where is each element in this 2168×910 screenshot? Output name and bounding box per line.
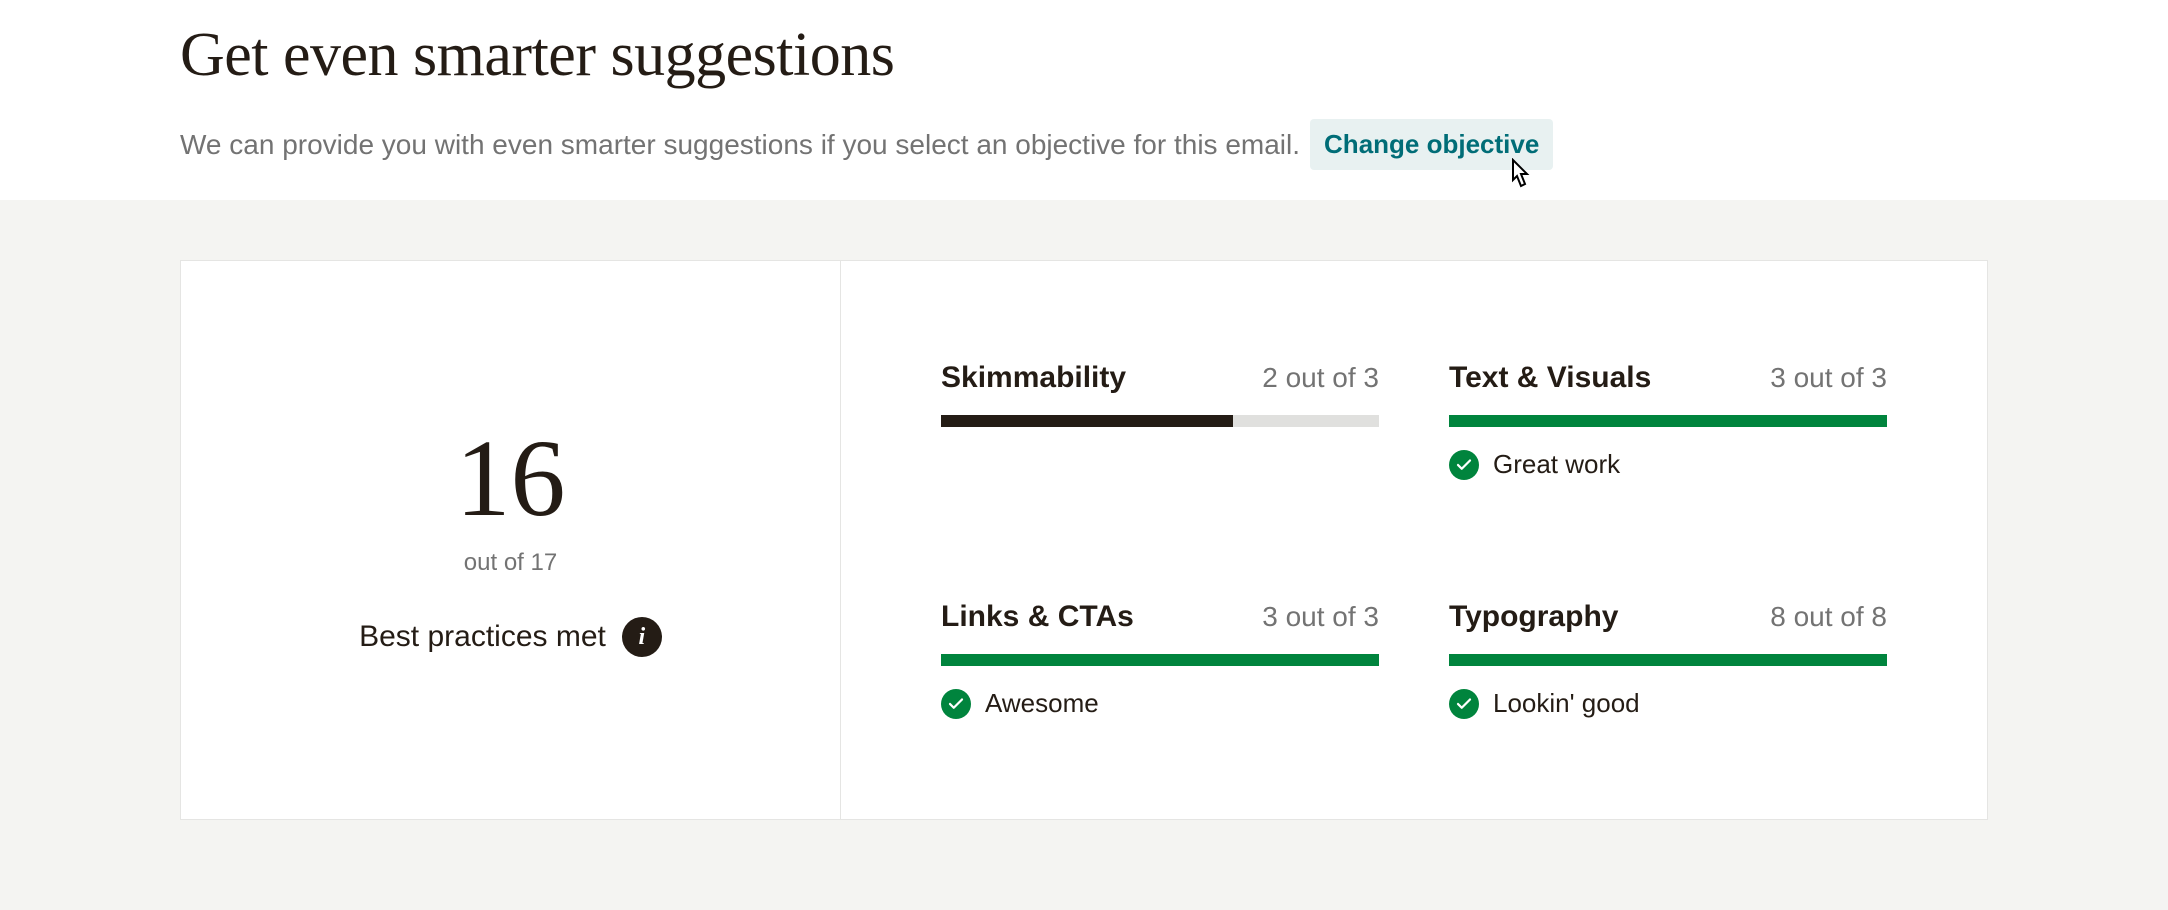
page-title: Get even smarter suggestions (180, 20, 2168, 91)
metric-footer-label: Awesome (985, 688, 1099, 719)
metrics-card: 16 out of 17 Best practices met i Skimma… (180, 260, 1988, 820)
progress-fill (941, 415, 1233, 427)
best-practices-label: Best practices met (359, 620, 606, 654)
metrics-grid: Skimmability 2 out of 3 Text & Visuals 3… (841, 261, 1987, 819)
metric-head: Skimmability 2 out of 3 (941, 361, 1379, 395)
metric-score: 3 out of 3 (1770, 362, 1887, 394)
page-subtitle: We can provide you with even smarter sug… (180, 129, 1300, 161)
progress-fill (1449, 654, 1887, 666)
metric-title: Skimmability (941, 361, 1126, 395)
progress-fill (1449, 415, 1887, 427)
progress-bar (1449, 415, 1887, 427)
change-objective-link[interactable]: Change objective (1310, 119, 1553, 170)
metric-head: Typography 8 out of 8 (1449, 600, 1887, 634)
best-practices-row: Best practices met i (359, 617, 662, 657)
metric-text-visuals: Text & Visuals 3 out of 3 Great work (1449, 361, 1887, 520)
metric-links-ctas: Links & CTAs 3 out of 3 Awesome (941, 600, 1379, 759)
check-icon (1449, 450, 1479, 480)
progress-fill (941, 654, 1379, 666)
metric-title: Text & Visuals (1449, 361, 1651, 395)
metric-title: Links & CTAs (941, 600, 1134, 634)
cursor-pointer-icon (1505, 158, 1533, 198)
check-icon (1449, 689, 1479, 719)
metric-score: 2 out of 3 (1262, 362, 1379, 394)
subtitle-row: We can provide you with even smarter sug… (180, 119, 2168, 170)
metric-footer: Awesome (941, 688, 1379, 719)
metric-footer: Lookin' good (1449, 688, 1887, 719)
metric-title: Typography (1449, 600, 1618, 634)
metric-score: 3 out of 3 (1262, 601, 1379, 633)
metric-footer-label: Great work (1493, 449, 1620, 480)
metric-footer-label: Lookin' good (1493, 688, 1640, 719)
metric-typography: Typography 8 out of 8 Lookin' good (1449, 600, 1887, 759)
summary-out-of: out of 17 (464, 549, 557, 577)
metric-head: Text & Visuals 3 out of 3 (1449, 361, 1887, 395)
progress-bar (941, 415, 1379, 427)
progress-bar (941, 654, 1379, 666)
check-icon (941, 689, 971, 719)
metrics-panel-background: 16 out of 17 Best practices met i Skimma… (0, 200, 2168, 910)
header-section: Get even smarter suggestions We can prov… (0, 0, 2168, 200)
metric-footer: Great work (1449, 449, 1887, 480)
metric-head: Links & CTAs 3 out of 3 (941, 600, 1379, 634)
summary-score: 16 (456, 423, 566, 533)
summary-pane: 16 out of 17 Best practices met i (181, 261, 841, 819)
metric-score: 8 out of 8 (1770, 601, 1887, 633)
progress-bar (1449, 654, 1887, 666)
metric-skimmability: Skimmability 2 out of 3 (941, 361, 1379, 520)
info-icon[interactable]: i (622, 617, 662, 657)
change-objective-label: Change objective (1324, 129, 1539, 159)
